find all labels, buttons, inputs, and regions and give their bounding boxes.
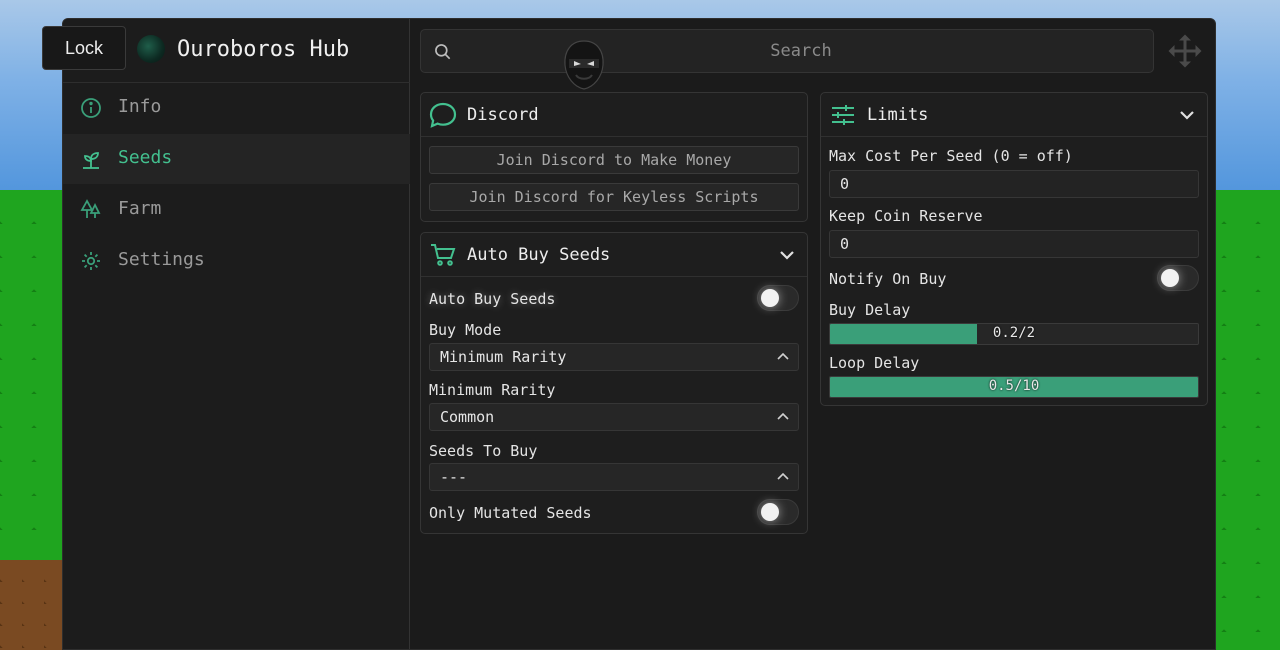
- dirt-block: [0, 560, 70, 650]
- chevron-down-icon[interactable]: [1177, 105, 1197, 125]
- card-title: Discord: [467, 105, 539, 125]
- slider-value: 0.5/10: [988, 378, 1040, 394]
- app-title: Ouroboros Hub: [177, 37, 350, 62]
- buy-mode-label: Buy Mode: [429, 321, 502, 339]
- toggle-knob: [761, 503, 779, 521]
- sidebar: Ouroboros Hub Info Seeds Farm Settings: [63, 19, 410, 649]
- chat-bubble-icon: [429, 102, 457, 128]
- min-rarity-label: Minimum Rarity: [429, 381, 556, 399]
- gear-icon: [82, 252, 100, 270]
- sidebar-item-label: Seeds: [118, 147, 173, 168]
- auto-buy-toggle-label: Auto Buy Seeds: [429, 290, 556, 308]
- auto-buy-card: Auto Buy Seeds Auto Buy Seeds Buy Mode M…: [420, 232, 808, 534]
- auto-buy-toggle[interactable]: [757, 285, 799, 311]
- chevron-up-icon: [777, 472, 789, 480]
- sidebar-item-label: Settings: [118, 249, 205, 270]
- move-icon[interactable]: [1167, 33, 1203, 69]
- discord-card: Discord Join Discord to Make Money Join …: [420, 92, 808, 222]
- shopping-cart-icon: [431, 244, 456, 266]
- join-discord-money-button[interactable]: Join Discord to Make Money: [429, 146, 799, 174]
- limits-card: Limits Max Cost Per Seed (0 = off) Keep …: [820, 92, 1208, 406]
- dropdown-value: Minimum Rarity: [440, 348, 567, 366]
- info-icon: [81, 98, 101, 118]
- only-mutated-label: Only Mutated Seeds: [429, 504, 592, 522]
- toggle-knob: [1161, 269, 1179, 287]
- sidebar-item-info[interactable]: Info: [63, 83, 410, 133]
- sprout-icon: [83, 152, 99, 169]
- toggle-knob: [761, 289, 779, 307]
- main-content: Discord Join Discord to Make Money Join …: [411, 19, 1215, 649]
- max-cost-input[interactable]: [829, 170, 1199, 198]
- buy-delay-slider[interactable]: 0.2/2: [829, 323, 1199, 345]
- slider-value: 0.2/2: [992, 325, 1036, 341]
- card-title: Auto Buy Seeds: [467, 245, 611, 265]
- hub-window: Ouroboros Hub Info Seeds Farm Settings S…: [62, 18, 1216, 650]
- sidebar-item-label: Farm: [118, 198, 162, 219]
- only-mutated-toggle[interactable]: [757, 499, 799, 525]
- sidebar-item-seeds[interactable]: Seeds: [63, 134, 410, 184]
- limits-header[interactable]: Limits: [821, 93, 1207, 137]
- sidebar-item-settings[interactable]: Settings: [63, 236, 410, 286]
- trees-icon: [80, 199, 101, 218]
- sidebar-item-label: Info: [118, 96, 162, 117]
- chevron-up-icon: [777, 352, 789, 360]
- min-rarity-dropdown[interactable]: Common: [429, 403, 799, 431]
- lock-button[interactable]: Lock: [42, 26, 126, 70]
- coin-reserve-label: Keep Coin Reserve: [829, 207, 983, 225]
- search-icon: [435, 44, 451, 60]
- discord-header: Discord: [421, 93, 807, 137]
- card-title: Limits: [867, 105, 929, 125]
- dropdown-value: ---: [440, 468, 468, 486]
- ninja-mascot-icon: [564, 40, 604, 90]
- chevron-up-icon: [777, 412, 789, 420]
- notify-on-buy-toggle[interactable]: [1157, 265, 1199, 291]
- sliders-icon: [832, 105, 854, 125]
- sidebar-item-farm[interactable]: Farm: [63, 185, 410, 235]
- loop-delay-slider[interactable]: 0.5/10: [829, 376, 1199, 398]
- coin-reserve-input[interactable]: [829, 230, 1199, 258]
- buy-mode-dropdown[interactable]: Minimum Rarity: [429, 343, 799, 371]
- loop-delay-label: Loop Delay: [829, 354, 920, 372]
- seeds-to-buy-dropdown[interactable]: ---: [429, 463, 799, 491]
- search-bar[interactable]: [420, 29, 1154, 73]
- auto-buy-header[interactable]: Auto Buy Seeds: [421, 233, 807, 277]
- buy-delay-label: Buy Delay: [829, 301, 911, 319]
- chevron-down-icon[interactable]: [777, 245, 797, 265]
- join-discord-keyless-button[interactable]: Join Discord for Keyless Scripts: [429, 183, 799, 211]
- dropdown-value: Common: [440, 408, 495, 426]
- max-cost-label: Max Cost Per Seed (0 = off): [829, 147, 1073, 165]
- notify-on-buy-label: Notify On Buy: [829, 270, 947, 288]
- ouroboros-logo-icon: [137, 35, 165, 63]
- seeds-to-buy-label: Seeds To Buy: [429, 442, 538, 460]
